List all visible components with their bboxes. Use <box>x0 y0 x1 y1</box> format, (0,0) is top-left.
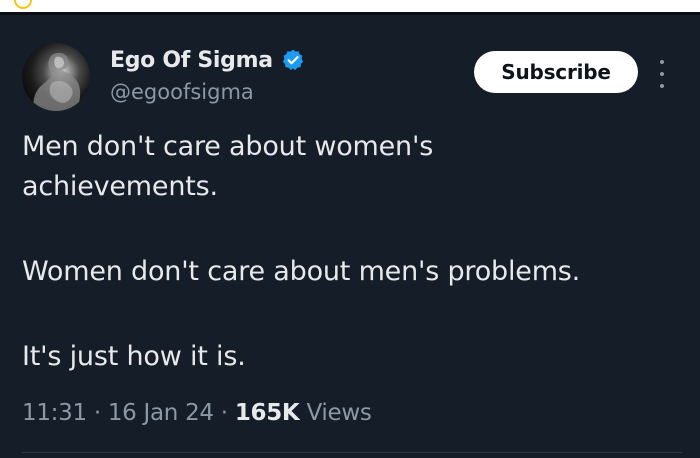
more-dot <box>660 84 664 88</box>
author-name-row: Ego Of Sigma <box>110 45 305 75</box>
subscribe-button[interactable]: Subscribe <box>474 51 638 93</box>
tweet-time[interactable]: 11:31 <box>22 400 87 426</box>
verified-badge-icon[interactable] <box>281 48 305 72</box>
meta-separator: · <box>220 400 228 426</box>
tweet-text-line: It's just how it is. <box>22 341 246 372</box>
tweet-text-line: achievements. <box>22 171 218 202</box>
top-strip <box>0 0 700 12</box>
tweet-date[interactable]: 16 Jan 24 <box>108 400 214 426</box>
tweet-text-line: Men don't care about women's <box>22 131 434 162</box>
author-display-name[interactable]: Ego Of Sigma <box>110 48 273 73</box>
author-handle[interactable]: @egoofsigma <box>110 80 254 104</box>
meta-separator: · <box>93 400 101 426</box>
partial-avatar-ring-icon <box>14 0 32 9</box>
tweet-card: Ego Of Sigma @egoofsigma Subscribe Men d… <box>0 15 700 458</box>
tweet-text-line: Women don't care about men's problems. <box>22 256 581 287</box>
statue-avatar-icon <box>33 52 81 111</box>
more-dot <box>660 60 664 64</box>
divider <box>22 452 682 453</box>
views-count[interactable]: 165K <box>235 400 300 426</box>
views-label: Views <box>306 400 372 426</box>
more-vertical-icon[interactable] <box>656 57 668 91</box>
tweet-meta: 11:31 · 16 Jan 24 · 165K Views <box>22 400 372 426</box>
more-dot <box>660 72 664 76</box>
avatar[interactable] <box>22 43 90 111</box>
